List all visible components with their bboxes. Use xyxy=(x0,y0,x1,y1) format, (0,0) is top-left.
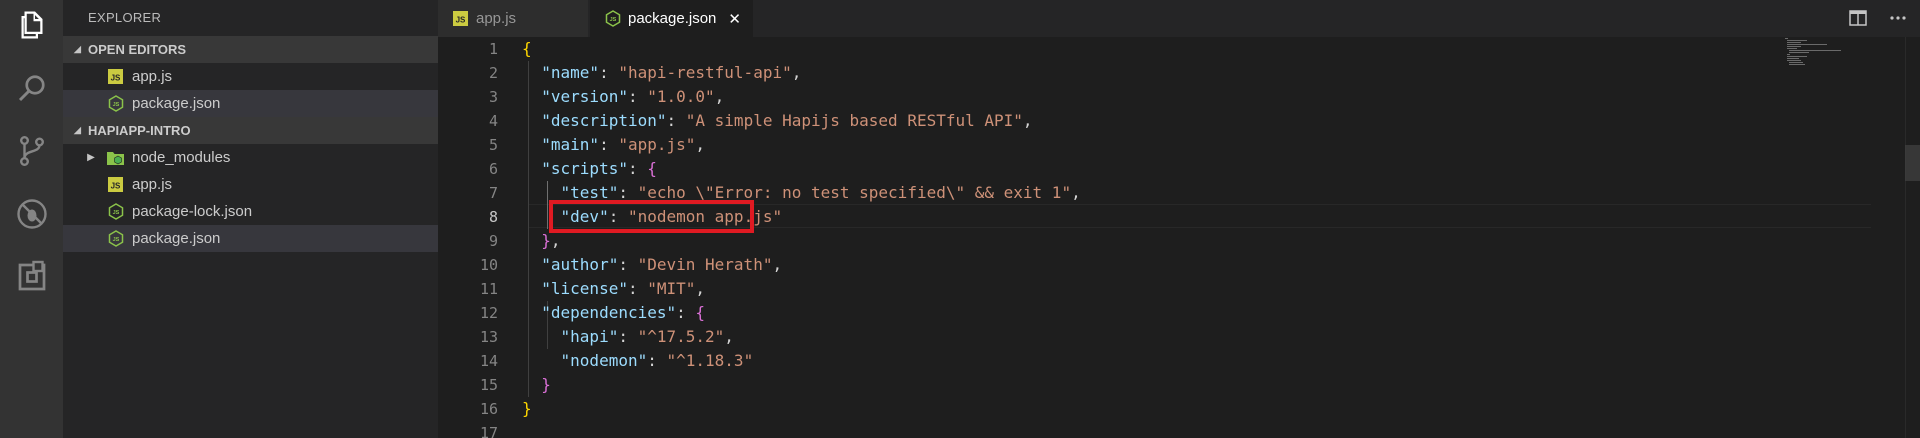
code-editor[interactable]: 1 2 3 4 5 6 7 8 9 10 11 12 13 14 15 16 1… xyxy=(438,37,1920,438)
code-line: { xyxy=(522,39,532,58)
code-line: } xyxy=(522,399,532,418)
line-number: 1 xyxy=(488,40,498,58)
line-number: 9 xyxy=(488,232,498,250)
line-number: 5 xyxy=(488,136,498,154)
node-json-file-icon: JS xyxy=(107,203,124,220)
line-number: 13 xyxy=(479,328,498,346)
tree-item-app-js[interactable]: JS app.js xyxy=(63,171,438,198)
line-number: 7 xyxy=(488,184,498,202)
js-file-icon: JS xyxy=(452,10,469,27)
explorer-sidebar: EXPLORER ◢ OPEN EDITORS JS app.js JS pac… xyxy=(63,0,438,438)
source-control-icon[interactable] xyxy=(0,126,63,176)
activity-bar xyxy=(0,0,63,438)
node-json-file-icon: JS xyxy=(107,95,124,112)
tree-item-label: package-lock.json xyxy=(132,203,253,220)
line-number: 16 xyxy=(479,400,498,418)
open-editor-item-app-js[interactable]: JS app.js xyxy=(63,63,438,90)
node-json-file-icon: JS xyxy=(604,10,621,27)
tree-item-label: package.json xyxy=(132,230,221,247)
open-editor-label: package.json xyxy=(132,95,221,112)
svg-text:JS: JS xyxy=(609,17,616,23)
chevron-down-icon: ◢ xyxy=(74,44,81,54)
code-line: "author": "Devin Herath", xyxy=(541,255,783,274)
code-line: } xyxy=(541,375,551,394)
open-editors-label: OPEN EDITORS xyxy=(88,42,187,57)
search-icon[interactable] xyxy=(0,63,63,113)
code-line: "hapi": "^17.5.2", xyxy=(560,327,734,346)
tab-bar: JS app.js JS package.json ✕ xyxy=(438,0,1920,37)
open-editors-header[interactable]: ◢ OPEN EDITORS xyxy=(63,36,438,63)
open-editor-label: app.js xyxy=(132,68,173,85)
line-number: 12 xyxy=(479,304,498,322)
debug-icon[interactable] xyxy=(0,189,63,239)
line-number: 10 xyxy=(479,256,498,274)
more-actions-icon[interactable] xyxy=(1888,8,1908,28)
tab-package-json[interactable]: JS package.json ✕ xyxy=(590,0,753,37)
svg-text:JS: JS xyxy=(112,102,119,108)
code-line: "main": "app.js", xyxy=(541,135,706,154)
close-icon[interactable]: ✕ xyxy=(728,10,741,28)
tree-item-label: node_modules xyxy=(132,149,231,166)
svg-text:JS: JS xyxy=(111,74,121,83)
svg-text:JS: JS xyxy=(112,210,119,216)
code-line: "dependencies": { xyxy=(541,303,706,322)
line-number: 14 xyxy=(479,352,498,370)
chevron-down-icon: ◢ xyxy=(74,125,81,135)
js-file-icon: JS xyxy=(107,176,124,193)
project-label: HAPIAPP-INTRO xyxy=(88,123,191,138)
svg-text:JS: JS xyxy=(111,182,121,191)
extensions-icon[interactable] xyxy=(0,252,63,302)
code-line: "license": "MIT", xyxy=(541,279,706,298)
node-folder-icon xyxy=(107,149,124,166)
tab-app-js[interactable]: JS app.js xyxy=(438,0,588,37)
line-number: 2 xyxy=(488,64,498,82)
open-editor-item-package-json[interactable]: JS package.json xyxy=(63,90,438,117)
tree-item-package-lock-json[interactable]: JS package-lock.json xyxy=(63,198,438,225)
line-number: 6 xyxy=(488,160,498,178)
tab-label: app.js xyxy=(476,10,517,27)
code-line: "name": "hapi-restful-api", xyxy=(541,63,802,82)
node-json-file-icon: JS xyxy=(107,230,124,247)
svg-text:JS: JS xyxy=(112,237,119,243)
split-editor-icon[interactable] xyxy=(1848,8,1868,28)
js-file-icon: JS xyxy=(107,68,124,85)
line-number: 11 xyxy=(479,280,498,298)
minimap[interactable] xyxy=(1783,37,1903,67)
tree-item-node-modules[interactable]: ▶ node_modules xyxy=(63,144,438,171)
svg-text:JS: JS xyxy=(456,16,466,25)
project-header[interactable]: ◢ HAPIAPP-INTRO xyxy=(63,117,438,144)
tree-item-package-json[interactable]: JS package.json xyxy=(63,225,438,252)
code-line: "version": "1.0.0", xyxy=(541,87,725,106)
code-line: "nodemon": "^1.18.3" xyxy=(560,351,754,370)
code-line: "description": "A simple Hapijs based RE… xyxy=(541,111,1033,130)
explorer-icon[interactable] xyxy=(0,0,63,50)
vertical-scrollbar[interactable] xyxy=(1905,37,1920,438)
annotation-highlight-box xyxy=(549,200,754,233)
line-number-active: 8 xyxy=(488,208,498,226)
code-line: "scripts": { xyxy=(541,159,657,178)
line-number: 4 xyxy=(488,112,498,130)
line-number: 15 xyxy=(479,376,498,394)
sidebar-title: EXPLORER xyxy=(88,10,162,25)
line-number: 17 xyxy=(479,424,498,438)
line-number: 3 xyxy=(488,88,498,106)
tree-item-label: app.js xyxy=(132,176,173,193)
tab-label: package.json xyxy=(628,10,717,27)
chevron-right-icon: ▶ xyxy=(87,152,95,163)
scrollbar-thumb[interactable] xyxy=(1905,145,1920,181)
